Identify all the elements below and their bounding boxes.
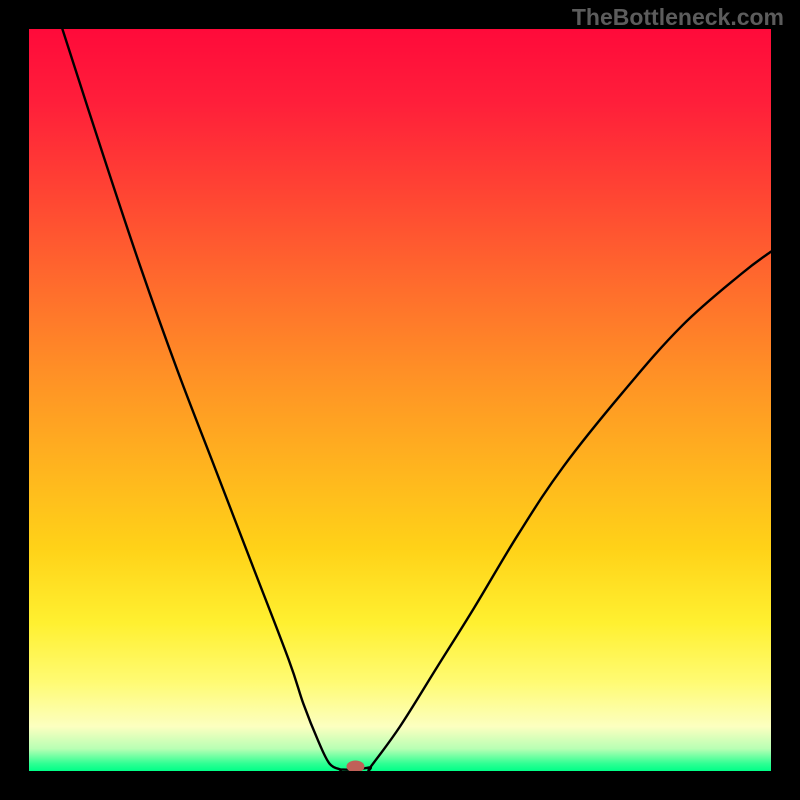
curve-group bbox=[62, 29, 771, 771]
chart-frame: TheBottleneck.com bbox=[0, 0, 800, 800]
watermark-text: TheBottleneck.com bbox=[572, 4, 784, 31]
chart-svg bbox=[29, 29, 771, 771]
minimum-marker bbox=[346, 761, 364, 771]
bottleneck-curve bbox=[62, 29, 771, 770]
